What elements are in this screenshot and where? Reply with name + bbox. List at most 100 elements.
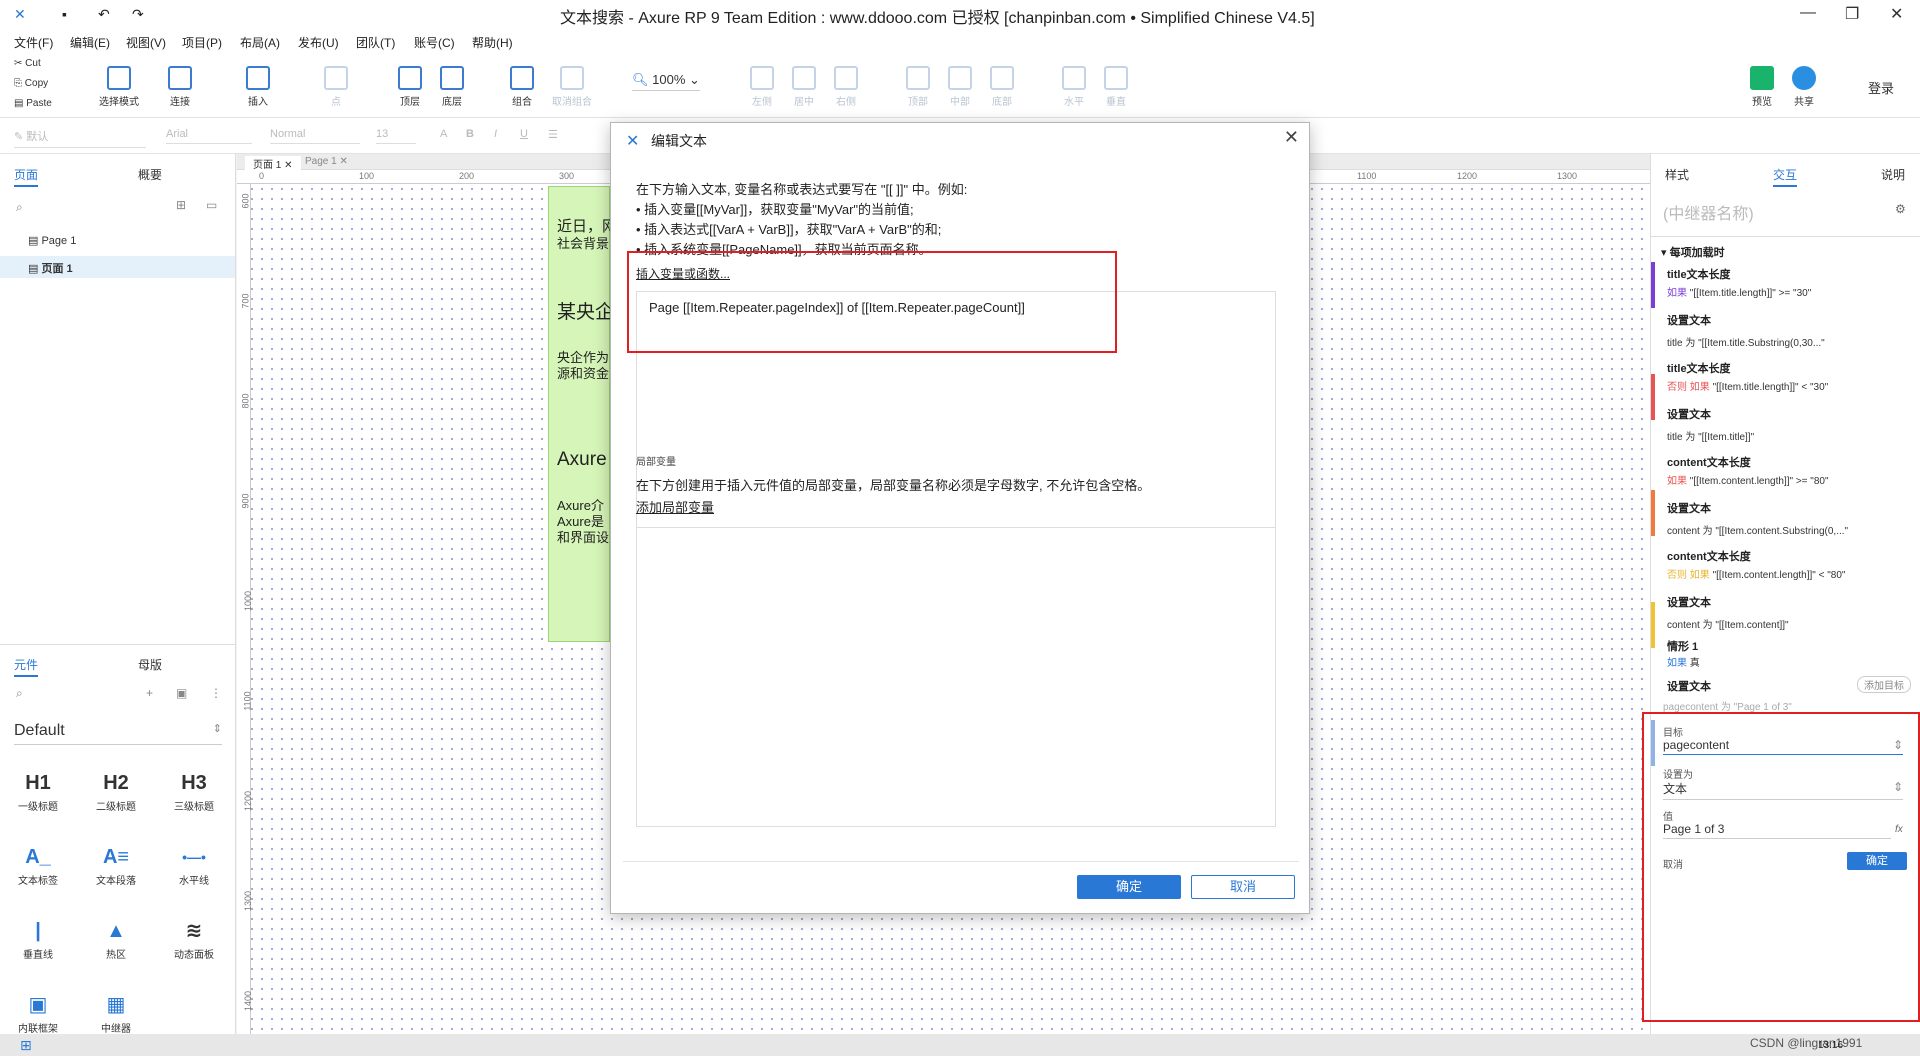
page-item[interactable]: ▤ Page 1 (28, 234, 76, 247)
menu-edit[interactable]: 编辑(E) (70, 34, 110, 51)
case-action[interactable]: 设置文本 (1667, 406, 1711, 422)
widget-paragraph[interactable]: A≡ 文本段落 (86, 842, 146, 887)
widget-dynamic-panel[interactable]: ≋ 动态面板 (164, 916, 224, 961)
preview-button[interactable]: 预览 (1744, 66, 1780, 108)
case-name[interactable]: 情形 1 (1667, 638, 1698, 654)
widget-inline-frame[interactable]: ▣ 内联框架 (8, 990, 68, 1035)
interaction-settings-icon[interactable]: ⚙ (1895, 202, 1906, 216)
event-on-item-load[interactable]: ▾ 每项加载时 (1661, 244, 1725, 260)
style-select[interactable]: ✎ 默认 (14, 128, 146, 148)
page-item-selected[interactable]: ▤ 页面 1 (28, 260, 73, 276)
point-button[interactable]: 点 (318, 66, 354, 108)
case-name[interactable]: content文本长度 (1667, 454, 1751, 470)
font-weight-select[interactable]: Normal (270, 128, 360, 144)
paste-button[interactable]: ▤ Paste (14, 98, 52, 109)
widget-horizontal-line[interactable]: •—• 水平线 (164, 842, 224, 887)
align-top-button[interactable]: 顶部 (902, 66, 934, 108)
case-action[interactable]: 设置文本 (1667, 594, 1711, 610)
page-search-icon[interactable]: ⌕ (16, 200, 23, 215)
widget-search-icon[interactable]: ⌕ (16, 686, 23, 701)
select-mode-button[interactable]: 选择模式 (84, 66, 154, 108)
menu-project[interactable]: 项目(P) (182, 34, 222, 51)
repeater-widget[interactable]: 近日，网 社会背景 某央企 央企作为 源和资金 Axure Axure介 Axu… (548, 186, 611, 642)
ungroup-button[interactable]: 取消组合 (546, 66, 598, 108)
tab-pages[interactable]: 页面 (14, 166, 39, 187)
menu-account[interactable]: 账号(C) (414, 34, 455, 51)
top-layer-button[interactable]: 顶层 (392, 66, 428, 108)
add-folder-icon[interactable]: ▭ (206, 198, 217, 212)
library-select[interactable]: Default ⇕ (14, 722, 222, 745)
font-select[interactable]: Arial (166, 128, 252, 144)
insert-button[interactable]: 插入 (238, 66, 278, 108)
bottom-layer-button[interactable]: 底层 (434, 66, 470, 108)
underline-icon[interactable]: U (520, 128, 528, 143)
undo-icon[interactable]: ↶ (98, 6, 110, 23)
font-color-icon[interactable]: A (440, 128, 447, 143)
menu-help[interactable]: 帮助(H) (472, 34, 513, 51)
widget-h2[interactable]: H2 二级标题 (86, 768, 146, 813)
add-page-icon[interactable]: ⊞ (176, 198, 186, 212)
menu-view[interactable]: 视图(V) (126, 34, 166, 51)
dialog-close-icon[interactable]: ✕ (1284, 127, 1299, 148)
doc-tab-page-1-cn[interactable]: 页面 1 ✕ (245, 156, 301, 171)
add-target-button[interactable]: 添加目标 (1857, 676, 1911, 693)
tab-outline[interactable]: 概要 (138, 166, 162, 183)
share-button[interactable]: 共享 (1786, 66, 1822, 108)
tab-interaction[interactable]: 交互 (1773, 166, 1798, 187)
menu-publish[interactable]: 发布(U) (298, 34, 339, 51)
minimize-icon[interactable]: — (1800, 4, 1816, 22)
add-local-variable-link[interactable]: 添加局部变量 (636, 497, 714, 516)
font-size-select[interactable]: 13 (376, 128, 416, 144)
more-icon[interactable]: ⋮ (210, 686, 222, 700)
case-name[interactable]: title文本长度 (1667, 266, 1731, 282)
doc-tab-page-1[interactable]: Page 1 ✕ (305, 156, 348, 167)
maximize-icon[interactable]: ❐ (1845, 4, 1859, 24)
group-button[interactable]: 组合 (504, 66, 540, 108)
list-icon[interactable]: ☰ (548, 128, 558, 144)
case-action-detail: title 为 "[[Item.title]]" (1667, 432, 1755, 443)
tab-notes[interactable]: 说明 (1881, 166, 1905, 183)
align-center-button[interactable]: 居中 (788, 66, 820, 108)
menu-team[interactable]: 团队(T) (356, 34, 395, 51)
tab-style[interactable]: 样式 (1665, 166, 1689, 183)
case-action[interactable]: 设置文本 (1667, 312, 1711, 328)
dialog-cancel-button[interactable]: 取消 (1191, 875, 1295, 899)
distribute-horizontal-button[interactable]: 水平 (1058, 66, 1090, 108)
save-icon[interactable]: ▪ (62, 6, 67, 22)
align-left-button[interactable]: 左侧 (746, 66, 778, 108)
case-name[interactable]: content文本长度 (1667, 548, 1751, 564)
windows-start-icon[interactable]: ⊞ (20, 1037, 32, 1054)
repeater-name-input[interactable]: (中继器名称) (1663, 200, 1754, 224)
case-action[interactable]: 设置文本 (1667, 678, 1711, 694)
bold-icon[interactable]: B (466, 128, 474, 143)
tab-masters[interactable]: 母版 (138, 656, 162, 673)
top-layer-icon (398, 66, 422, 90)
italic-icon[interactable]: I (494, 128, 497, 143)
dialog-ok-button[interactable]: 确定 (1077, 875, 1181, 899)
library-icon[interactable]: ▣ (176, 686, 187, 700)
distribute-vertical-button[interactable]: 垂直 (1100, 66, 1132, 108)
widget-h1[interactable]: H1 一级标题 (8, 768, 68, 813)
widget-hotspot[interactable]: ▲ 热区 (86, 916, 146, 961)
widget-h3[interactable]: H3 三级标题 (164, 768, 224, 813)
align-middle-button[interactable]: 中部 (944, 66, 976, 108)
tab-widgets[interactable]: 元件 (14, 656, 39, 677)
align-bottom-button[interactable]: 底部 (986, 66, 1018, 108)
align-right-button[interactable]: 右侧 (830, 66, 862, 108)
local-variables-list[interactable] (636, 527, 1276, 827)
menu-file[interactable]: 文件(F) (14, 34, 53, 51)
case-action[interactable]: 设置文本 (1667, 500, 1711, 516)
close-icon[interactable]: ✕ (1890, 4, 1903, 24)
cut-button[interactable]: ✂ Cut (14, 58, 41, 69)
login-button[interactable]: 登录 (1868, 78, 1894, 97)
widget-text-label[interactable]: A_ 文本标签 (8, 842, 68, 887)
zoom-select[interactable]: 🔍︎ 100% ⌄ (632, 72, 700, 91)
connect-button[interactable]: 连接 (160, 66, 200, 108)
add-library-icon[interactable]: + (146, 686, 153, 700)
menu-layout[interactable]: 布局(A) (240, 34, 280, 51)
redo-icon[interactable]: ↷ (132, 6, 144, 23)
case-name[interactable]: title文本长度 (1667, 360, 1731, 376)
copy-button[interactable]: ⎘ Copy (14, 78, 48, 89)
widget-repeater[interactable]: ▦ 中继器 (86, 990, 146, 1035)
widget-vertical-line[interactable]: | 垂直线 (8, 916, 68, 961)
